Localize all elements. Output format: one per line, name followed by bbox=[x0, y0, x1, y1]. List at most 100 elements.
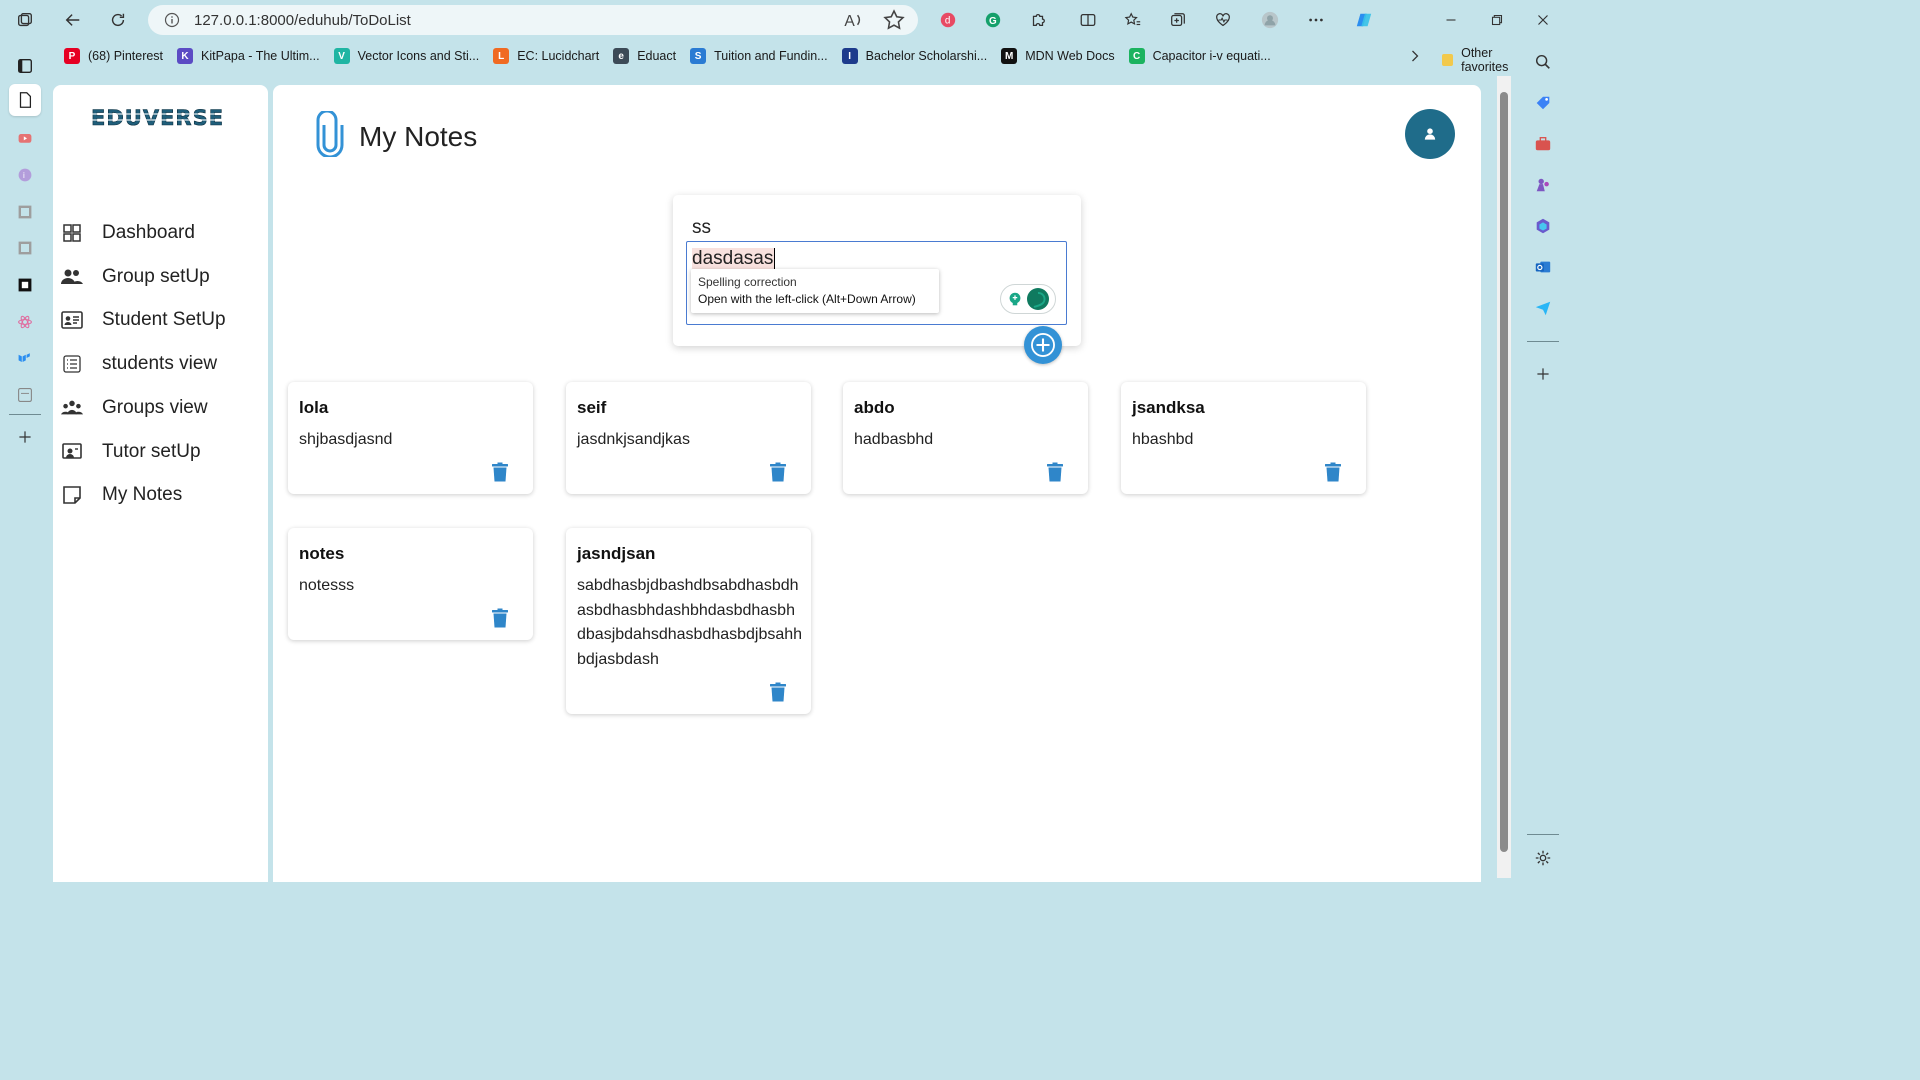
sidebar-item-student-setup[interactable]: Student SetUp bbox=[61, 303, 226, 337]
send-icon[interactable] bbox=[1531, 296, 1555, 320]
youtube-tab-icon[interactable] bbox=[13, 126, 37, 150]
bookmark-item[interactable]: L EC: Lucidchart bbox=[493, 48, 599, 64]
note-body: shjbasdjasnd bbox=[299, 431, 393, 448]
note-card[interactable]: jsandksa hbashbd bbox=[1121, 382, 1366, 494]
new-tab-icon[interactable] bbox=[13, 425, 37, 449]
delete-note-trash-icon[interactable] bbox=[769, 462, 787, 482]
more-options-icon[interactable] bbox=[1304, 8, 1328, 32]
pinterest-icon: P bbox=[64, 48, 80, 64]
refresh-icon[interactable] bbox=[106, 8, 130, 32]
tab-actions-icon[interactable] bbox=[13, 54, 37, 78]
mui-tab-icon[interactable] bbox=[13, 346, 37, 370]
rail-divider bbox=[1527, 341, 1559, 342]
main-content: My Notes ss dasdasas Spelling correction… bbox=[273, 85, 1481, 882]
note-title-input[interactable]: ss bbox=[692, 217, 711, 239]
bookmark-item[interactable]: V Vector Icons and Sti... bbox=[333, 48, 480, 64]
tab-page-icon[interactable] bbox=[13, 383, 37, 407]
page-scrollbar[interactable] bbox=[1497, 76, 1511, 878]
page-header: My Notes bbox=[315, 109, 477, 162]
workspaces-icon[interactable] bbox=[13, 8, 37, 32]
sidebar-item-label: Groups view bbox=[102, 397, 208, 418]
capacitor-icon: C bbox=[1128, 48, 1145, 64]
tab-page-icon[interactable] bbox=[13, 200, 37, 224]
games-icon[interactable] bbox=[1531, 173, 1555, 197]
bookmarks-bar: P (68) Pinterest K KitPapa - The Ultim... V V… bbox=[50, 40, 1518, 74]
note-card[interactable]: abdo hadbasbhd bbox=[843, 382, 1088, 494]
sidebar-item-group-setup[interactable]: Group setUp bbox=[61, 260, 210, 294]
address-bar[interactable]: 127.0.0.1:8000/eduhub/ToDoList bbox=[148, 5, 918, 35]
current-tab-icon[interactable] bbox=[9, 84, 41, 116]
eduverse-logo[interactable]: EDUVERSE bbox=[91, 105, 236, 130]
extensions-icon[interactable] bbox=[1026, 8, 1050, 32]
bookmark-label: Bachelor Scholarshi... bbox=[865, 49, 988, 63]
note-body-textarea[interactable]: dasdasas Spelling correction Open with t… bbox=[686, 241, 1067, 325]
delete-note-trash-icon[interactable] bbox=[1324, 462, 1342, 482]
browser-vertical-rail: i bbox=[0, 40, 50, 882]
bookmark-item[interactable]: e Eduact bbox=[613, 48, 676, 64]
delete-note-trash-icon[interactable] bbox=[769, 682, 787, 702]
grammarly-widget[interactable] bbox=[1000, 284, 1056, 314]
read-aloud-icon[interactable]: A bbox=[842, 8, 866, 32]
favorites-icon[interactable] bbox=[1121, 8, 1145, 32]
search-icon[interactable] bbox=[1531, 50, 1555, 74]
extension-d-icon[interactable]: d bbox=[936, 8, 960, 32]
bookmark-item[interactable]: S Tuition and Fundin... bbox=[690, 48, 828, 64]
back-icon[interactable] bbox=[61, 8, 85, 32]
delete-note-trash-icon[interactable] bbox=[491, 608, 509, 628]
sidebar-item-groups-view[interactable]: Groups view bbox=[61, 391, 208, 425]
sidebar-item-my-notes[interactable]: My Notes bbox=[61, 478, 182, 512]
note-card[interactable]: jasndjsan sabdhasbjdbashdbsabdhasbdhasbdh… bbox=[566, 528, 811, 714]
browser-essentials-icon[interactable] bbox=[1211, 8, 1235, 32]
scrollbar-thumb[interactable] bbox=[1500, 92, 1508, 852]
note-card[interactable]: lola shjbasdjasnd bbox=[288, 382, 533, 494]
site-info-icon[interactable] bbox=[164, 12, 180, 28]
note-body-text: dasdasas bbox=[692, 248, 776, 270]
restore-icon[interactable] bbox=[1485, 8, 1509, 32]
profile-icon[interactable] bbox=[1258, 8, 1282, 32]
tools-briefcase-icon[interactable] bbox=[1531, 132, 1555, 156]
react-tab-icon[interactable] bbox=[13, 310, 37, 334]
groups-icon bbox=[61, 397, 83, 419]
add-note-button[interactable] bbox=[1024, 326, 1062, 364]
delete-note-trash-icon[interactable] bbox=[491, 462, 509, 482]
bookmark-item[interactable]: M MDN Web Docs bbox=[1001, 48, 1115, 64]
sidebar-item-students-view[interactable]: students view bbox=[61, 347, 217, 381]
bookmark-item[interactable]: C Capacitor i-v equati... bbox=[1128, 48, 1271, 64]
svg-text:A: A bbox=[844, 13, 855, 30]
note-card[interactable]: notes notesss bbox=[288, 528, 533, 640]
shopping-tag-icon[interactable] bbox=[1531, 91, 1555, 115]
user-avatar-button[interactable] bbox=[1405, 109, 1455, 159]
m365-icon[interactable] bbox=[1531, 214, 1555, 238]
chevron-right-icon[interactable] bbox=[1406, 46, 1424, 66]
tab-page-icon[interactable] bbox=[13, 236, 37, 260]
close-window-icon[interactable] bbox=[1531, 8, 1555, 32]
collections-icon[interactable] bbox=[1166, 8, 1190, 32]
bookmark-item[interactable]: K KitPapa - The Ultim... bbox=[177, 48, 320, 64]
mdn-icon: M bbox=[1001, 48, 1018, 64]
bookmark-item[interactable]: P (68) Pinterest bbox=[64, 48, 163, 64]
bookmark-item[interactable]: I Bachelor Scholarshi... bbox=[841, 48, 988, 64]
grammarly-g-icon[interactable] bbox=[1026, 287, 1050, 311]
other-favorites[interactable]: Other favorites bbox=[1442, 46, 1518, 74]
tuition-icon: S bbox=[690, 48, 707, 64]
add-sidebar-icon[interactable] bbox=[1531, 362, 1555, 386]
settings-gear-icon[interactable] bbox=[1531, 846, 1555, 870]
minimize-icon[interactable] bbox=[1439, 8, 1463, 32]
delete-note-trash-icon[interactable] bbox=[1046, 462, 1064, 482]
tab-purple-icon[interactable]: i bbox=[13, 163, 37, 187]
outlook-icon[interactable] bbox=[1531, 255, 1555, 279]
favorite-star-icon[interactable] bbox=[882, 8, 906, 32]
copilot-icon[interactable] bbox=[1352, 8, 1376, 32]
grammarly-icon[interactable]: G bbox=[981, 8, 1005, 32]
note-card[interactable]: seif jasdnkjsandjkas bbox=[566, 382, 811, 494]
sidebar-item-label: Tutor setUp bbox=[102, 441, 201, 462]
bookmark-label: Vector Icons and Sti... bbox=[357, 49, 480, 63]
sidebar-item-label: Student SetUp bbox=[102, 309, 226, 330]
note-body: jasdnkjsandjkas bbox=[577, 431, 690, 448]
tab-dark-icon[interactable] bbox=[13, 273, 37, 297]
sidebar-item-tutor-setup[interactable]: Tutor setUp bbox=[61, 435, 201, 469]
sidebar-item-dashboard[interactable]: Dashboard bbox=[61, 216, 195, 250]
lightbulb-icon[interactable] bbox=[1006, 290, 1024, 308]
split-screen-icon[interactable] bbox=[1076, 8, 1100, 32]
folder-icon bbox=[1442, 54, 1454, 66]
